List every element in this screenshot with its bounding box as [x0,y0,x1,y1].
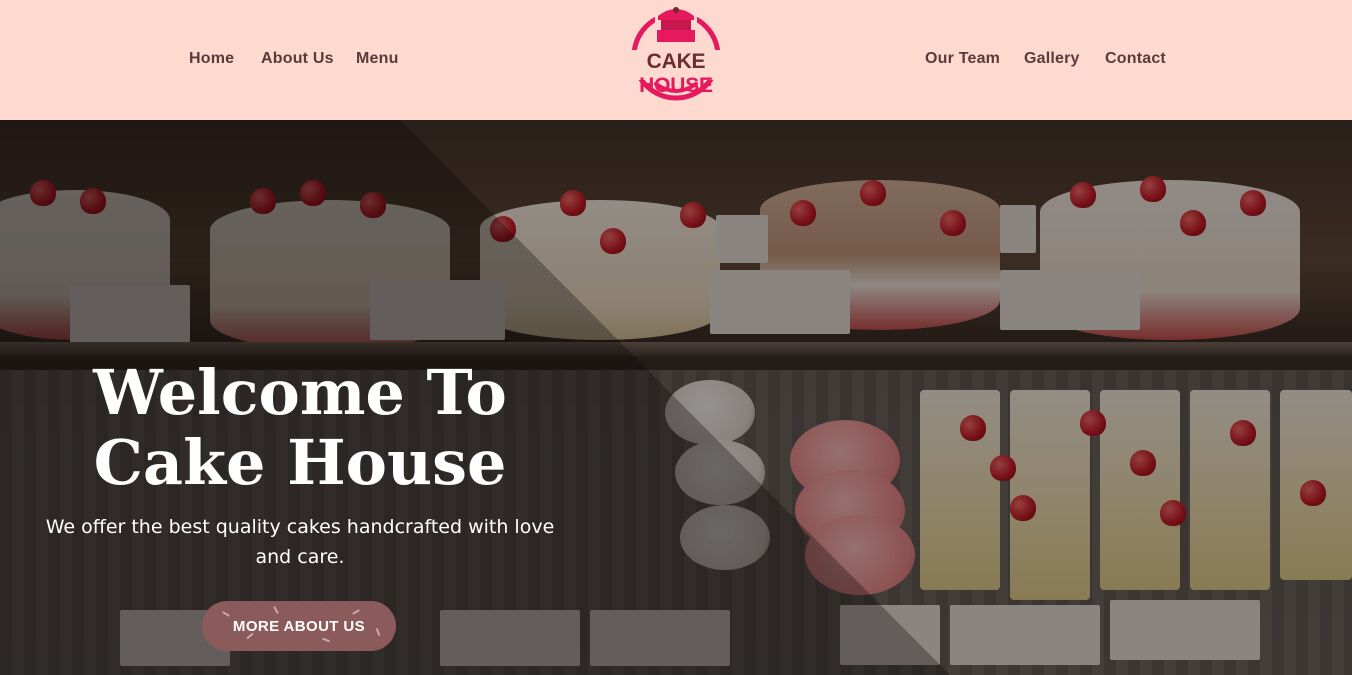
hero-title: Welcome To Cake House [40,358,560,498]
more-about-us-label: MORE ABOUT US [232,617,366,635]
more-about-us-button[interactable]: MORE ABOUT US [202,601,396,651]
site-header: Home About Us Menu CAKE HOUSE Our Team G… [0,0,1352,120]
logo-word-house: HOUSE [639,74,713,97]
hero-title-line2: Cake House [93,426,507,499]
logo-wordmark: CAKE HOUSE [611,50,741,98]
nav-gallery[interactable]: Gallery [1024,50,1080,68]
nav-contact[interactable]: Contact [1105,50,1166,68]
hero-subtitle: We offer the best quality cakes handcraf… [45,516,555,568]
hero-title-line1: Welcome To [93,356,507,429]
logo-word-cake: CAKE [646,50,706,73]
nav-home[interactable]: Home [189,50,234,68]
nav-menu[interactable]: Menu [356,50,399,68]
logo[interactable]: CAKE HOUSE [611,6,741,106]
nav-about-us[interactable]: About Us [261,50,334,68]
nav-our-team[interactable]: Our Team [925,50,1000,68]
